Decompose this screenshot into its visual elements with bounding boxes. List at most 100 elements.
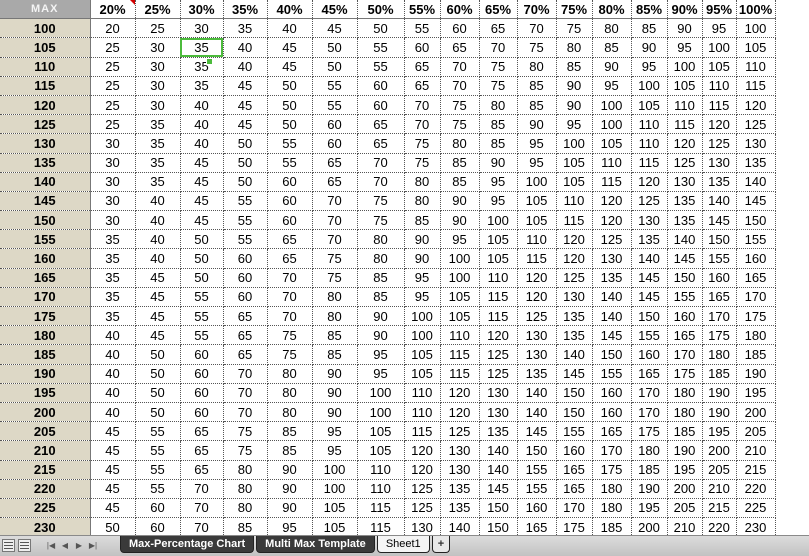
table-cell[interactable]: 100: [592, 95, 632, 116]
table-cell[interactable]: 70: [404, 95, 441, 116]
table-cell[interactable]: 80: [357, 248, 405, 269]
table-cell[interactable]: 45: [90, 440, 136, 461]
table-cell[interactable]: 135: [440, 479, 480, 499]
max-value-cell[interactable]: 180: [0, 325, 91, 346]
table-cell[interactable]: 30: [90, 153, 136, 173]
table-cell[interactable]: 55: [135, 440, 181, 461]
table-cell[interactable]: 80: [440, 133, 480, 154]
table-cell[interactable]: 100: [592, 114, 632, 135]
table-cell[interactable]: 70: [180, 498, 224, 519]
page-layout-view-icon[interactable]: [18, 539, 31, 552]
table-cell[interactable]: 135: [592, 268, 632, 288]
table-cell[interactable]: 55: [357, 37, 405, 58]
table-cell[interactable]: 100: [479, 210, 518, 231]
table-cell[interactable]: 80: [267, 383, 313, 403]
table-cell[interactable]: 160: [667, 306, 703, 327]
table-cell[interactable]: 70: [440, 57, 480, 77]
table-cell[interactable]: 105: [517, 191, 557, 212]
table-cell[interactable]: 180: [667, 402, 703, 423]
max-value-cell[interactable]: 125: [0, 114, 91, 135]
table-cell[interactable]: 125: [404, 479, 441, 499]
table-cell[interactable]: 155: [517, 460, 557, 480]
first-sheet-icon[interactable]: |◀: [44, 538, 58, 553]
percent-column-header[interactable]: 85%: [631, 0, 668, 20]
table-cell[interactable]: 40: [90, 402, 136, 423]
table-cell[interactable]: 175: [556, 517, 593, 538]
table-cell[interactable]: 80: [267, 364, 313, 384]
table-cell[interactable]: 45: [267, 57, 313, 77]
table-cell[interactable]: 165: [631, 364, 668, 384]
table-cell[interactable]: 60: [440, 18, 480, 39]
table-cell[interactable]: 90: [404, 229, 441, 250]
table-cell[interactable]: 125: [404, 498, 441, 519]
table-cell[interactable]: 165: [556, 460, 593, 480]
table-cell[interactable]: 160: [592, 383, 632, 403]
table-cell[interactable]: 170: [702, 306, 737, 327]
table-cell[interactable]: 120: [667, 133, 703, 154]
table-cell[interactable]: 80: [223, 460, 268, 480]
max-value-cell[interactable]: 100: [0, 18, 91, 39]
prev-sheet-icon[interactable]: ◀: [58, 538, 72, 553]
table-cell[interactable]: 65: [312, 153, 358, 173]
table-cell[interactable]: 85: [357, 268, 405, 288]
table-cell[interactable]: 120: [556, 229, 593, 250]
table-cell[interactable]: 145: [592, 325, 632, 346]
table-cell[interactable]: 30: [90, 133, 136, 154]
table-cell[interactable]: 120: [440, 402, 480, 423]
table-cell[interactable]: 105: [404, 344, 441, 365]
table-cell[interactable]: 95: [517, 153, 557, 173]
table-cell[interactable]: 200: [736, 402, 776, 423]
table-cell[interactable]: 130: [517, 344, 557, 365]
table-cell[interactable]: 190: [702, 383, 737, 403]
table-cell[interactable]: 80: [404, 172, 441, 192]
table-cell[interactable]: 75: [479, 57, 518, 77]
table-cell[interactable]: 205: [667, 498, 703, 519]
table-cell[interactable]: 150: [736, 210, 776, 231]
selected-cell[interactable]: 35: [180, 37, 224, 58]
table-cell[interactable]: 90: [479, 153, 518, 173]
table-cell[interactable]: 70: [517, 18, 557, 39]
table-cell[interactable]: 115: [736, 76, 776, 96]
table-cell[interactable]: 110: [440, 325, 480, 346]
table-cell[interactable]: 100: [556, 133, 593, 154]
table-cell[interactable]: 130: [592, 248, 632, 269]
table-cell[interactable]: 105: [357, 421, 405, 442]
table-cell[interactable]: 80: [592, 18, 632, 39]
table-cell[interactable]: 35: [135, 114, 181, 135]
table-cell[interactable]: 125: [592, 229, 632, 250]
table-cell[interactable]: 110: [631, 114, 668, 135]
table-cell[interactable]: 110: [517, 229, 557, 250]
table-cell[interactable]: 50: [312, 37, 358, 58]
table-cell[interactable]: 35: [135, 153, 181, 173]
table-cell[interactable]: 55: [223, 191, 268, 212]
table-cell[interactable]: 115: [631, 153, 668, 173]
table-cell[interactable]: 30: [135, 76, 181, 96]
table-cell[interactable]: 75: [357, 210, 405, 231]
table-cell[interactable]: 125: [479, 364, 518, 384]
table-cell[interactable]: 40: [90, 344, 136, 365]
percent-column-header[interactable]: 95%: [702, 0, 737, 20]
table-cell[interactable]: 85: [440, 153, 480, 173]
table-cell[interactable]: 25: [90, 57, 136, 77]
max-value-cell[interactable]: 195: [0, 383, 91, 403]
table-cell[interactable]: 65: [479, 18, 518, 39]
table-cell[interactable]: 140: [479, 440, 518, 461]
table-cell[interactable]: 150: [702, 229, 737, 250]
max-column-header[interactable]: MAX: [0, 0, 91, 20]
table-cell[interactable]: 65: [440, 37, 480, 58]
table-cell[interactable]: 165: [592, 421, 632, 442]
table-cell[interactable]: 60: [223, 287, 268, 308]
table-cell[interactable]: 110: [357, 479, 405, 499]
table-cell[interactable]: 95: [312, 440, 358, 461]
table-cell[interactable]: 75: [440, 95, 480, 116]
table-cell[interactable]: 90: [312, 402, 358, 423]
tab-max-percentage-chart[interactable]: Max-Percentage Chart: [120, 536, 255, 553]
table-cell[interactable]: 165: [702, 287, 737, 308]
table-cell[interactable]: 90: [312, 364, 358, 384]
table-cell[interactable]: 120: [404, 440, 441, 461]
table-cell[interactable]: 35: [135, 172, 181, 192]
table-cell[interactable]: 50: [267, 76, 313, 96]
table-cell[interactable]: 75: [267, 325, 313, 346]
table-cell[interactable]: 130: [479, 402, 518, 423]
table-cell[interactable]: 125: [667, 153, 703, 173]
